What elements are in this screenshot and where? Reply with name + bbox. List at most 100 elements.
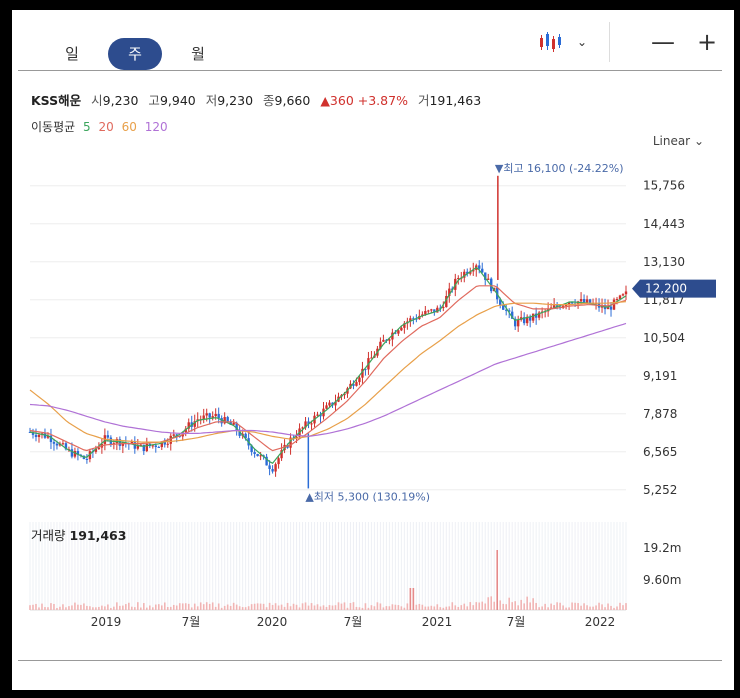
x-tick-label: 7월: [344, 615, 363, 629]
volume-bar: [550, 603, 552, 610]
volume-bar: [376, 602, 379, 610]
price-tick-label: 13,130: [643, 255, 685, 269]
volume-bar: [253, 603, 256, 610]
volume-bar: [62, 604, 64, 610]
volume-bar: [373, 606, 376, 610]
volume-bar: [77, 604, 79, 610]
candle-body: [172, 434, 175, 436]
volume-bar: [562, 605, 564, 610]
candle-body: [70, 449, 74, 457]
price-tick-label: 9,191: [643, 369, 677, 383]
candle-body: [621, 294, 625, 296]
candle-body: [202, 415, 205, 420]
volume-bar: [38, 607, 40, 610]
volume-bar: [586, 605, 588, 610]
volume-bar: [307, 605, 310, 610]
candle-body: [430, 309, 433, 311]
volume-bar: [475, 602, 478, 610]
volume-bar: [547, 607, 549, 610]
volume-bar: [616, 606, 618, 610]
volume-title: 거래량 191,463: [31, 528, 127, 543]
candle-body: [325, 405, 328, 409]
volume-bar: [229, 605, 232, 610]
x-tick-label: 7월: [507, 615, 526, 629]
candle-body: [256, 454, 259, 457]
volume-bar: [175, 605, 178, 610]
volume-bar: [89, 606, 91, 610]
volume-bar: [157, 604, 160, 610]
volume-bar: [205, 602, 208, 610]
volume-bar: [409, 588, 412, 610]
volume-bar: [244, 607, 247, 610]
volume-bar: [184, 603, 187, 610]
volume-bar: [385, 606, 388, 610]
candle-body: [424, 310, 427, 315]
volume-bar: [140, 607, 142, 610]
volume-bar: [601, 604, 603, 610]
volume-bar: [160, 605, 163, 610]
price-tick-label: 14,443: [643, 217, 685, 231]
volume-bar: [415, 604, 418, 610]
candle-body: [205, 413, 208, 416]
volume-bar: [448, 606, 451, 610]
volume-bar: [406, 603, 409, 610]
volume-bar: [355, 606, 358, 610]
volume-bar: [328, 605, 331, 610]
volume-bar: [487, 597, 490, 610]
volume-bar: [128, 602, 130, 610]
volume-bar: [460, 605, 463, 610]
footer-divider: [18, 660, 722, 661]
volume-bar: [625, 603, 627, 610]
candle-body: [268, 465, 271, 470]
volume-bar: [592, 606, 594, 610]
price-tick-label: 5,252: [643, 483, 677, 497]
volume-bar: [397, 605, 400, 610]
volume-bar: [334, 605, 337, 610]
volume-bar: [178, 603, 181, 610]
volume-bar: [241, 607, 244, 610]
candle-body: [427, 310, 430, 312]
volume-bar: [361, 607, 364, 610]
volume-bar: [280, 604, 283, 610]
volume-bar: [199, 602, 202, 610]
candle-body: [169, 435, 172, 444]
volume-bar: [508, 597, 510, 610]
volume-bar: [526, 596, 528, 610]
candle-body: [624, 291, 628, 295]
volume-bar: [565, 607, 567, 610]
candle-body: [400, 327, 403, 331]
volume-bar: [364, 603, 367, 610]
volume-bar: [56, 607, 58, 610]
volume-bar: [235, 604, 238, 610]
volume-bar: [538, 607, 540, 610]
volume-bar: [502, 603, 505, 610]
volume-bar: [574, 602, 576, 610]
volume-bar: [32, 604, 34, 610]
candle-body: [151, 445, 154, 447]
volume-bar: [220, 607, 223, 610]
volume-bar: [430, 605, 433, 610]
volume-bar: [116, 602, 118, 610]
volume-bar: [143, 603, 145, 610]
candle-body: [274, 464, 277, 472]
volume-bar: [166, 606, 169, 610]
volume-bar: [514, 601, 516, 610]
volume-bar: [496, 550, 499, 610]
candle-body: [442, 307, 445, 309]
volume-bar: [163, 602, 166, 610]
volume-bar: [412, 588, 415, 610]
volume-bar: [154, 604, 157, 610]
volume-bar: [122, 605, 124, 610]
volume-tick-label: 9.60m: [643, 573, 681, 587]
volume-bar: [151, 607, 154, 610]
volume-bar: [47, 607, 49, 610]
volume-bar: [259, 603, 262, 610]
volume-bar: [421, 604, 424, 610]
volume-bar: [304, 602, 307, 610]
volume-bar: [68, 606, 70, 610]
volume-bar: [346, 607, 349, 610]
ma120-line: [29, 322, 627, 437]
volume-bar: [610, 605, 612, 610]
volume-bar: [202, 604, 205, 610]
volume-bar: [295, 604, 298, 610]
